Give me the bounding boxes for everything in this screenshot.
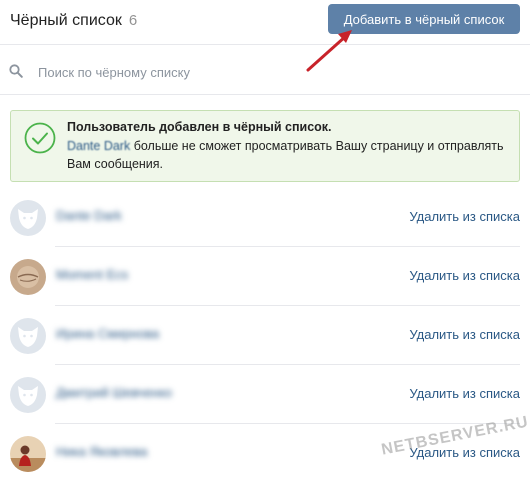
user-name[interactable]: Ника Яковлева — [56, 444, 147, 459]
remove-from-list-link[interactable]: Удалить из списка — [409, 386, 520, 401]
page-title: Чёрный список 6 — [10, 12, 137, 30]
check-circle-icon — [24, 122, 56, 154]
avatar[interactable] — [10, 259, 46, 295]
default-avatar-icon — [10, 318, 46, 354]
remove-from-list-link[interactable]: Удалить из списка — [409, 209, 520, 224]
success-notice: Пользователь добавлен в чёрный список. D… — [10, 110, 520, 182]
list-item: Дмитрий Шевченко Удалить из списка — [0, 365, 530, 424]
user-photo-icon — [10, 436, 46, 472]
notice-body: Dante Dark больше не сможет просматриват… — [67, 137, 507, 173]
user-name[interactable]: Moment Ecs — [56, 267, 128, 282]
title-text: Чёрный список — [10, 12, 122, 29]
user-photo-icon — [10, 259, 46, 295]
list-item: Ирина Смирнова Удалить из списка — [0, 306, 530, 365]
remove-from-list-link[interactable]: Удалить из списка — [409, 327, 520, 342]
search-bar — [0, 48, 530, 95]
user-name[interactable]: Ирина Смирнова — [56, 326, 159, 341]
page-header: Чёрный список 6 Добавить в чёрный список — [0, 0, 530, 45]
notice-user-link[interactable]: Dante Dark — [67, 139, 130, 153]
search-input[interactable] — [36, 60, 510, 84]
default-avatar-icon — [10, 200, 46, 236]
avatar[interactable] — [10, 200, 46, 236]
notice-message: больше не сможет просматривать Вашу стра… — [67, 139, 504, 171]
search-icon — [9, 64, 23, 78]
list-item: Moment Ecs Удалить из списка — [0, 247, 530, 306]
notice-title: Пользователь добавлен в чёрный список. — [67, 120, 332, 134]
list-item: Dante Dark Удалить из списка — [0, 188, 530, 247]
user-name[interactable]: Дмитрий Шевченко — [56, 385, 172, 400]
default-avatar-icon — [10, 377, 46, 413]
blacklist-count: 6 — [128, 12, 138, 29]
avatar[interactable] — [10, 436, 46, 472]
user-name[interactable]: Dante Dark — [56, 208, 122, 223]
avatar[interactable] — [10, 318, 46, 354]
avatar[interactable] — [10, 377, 46, 413]
remove-from-list-link[interactable]: Удалить из списка — [409, 268, 520, 283]
